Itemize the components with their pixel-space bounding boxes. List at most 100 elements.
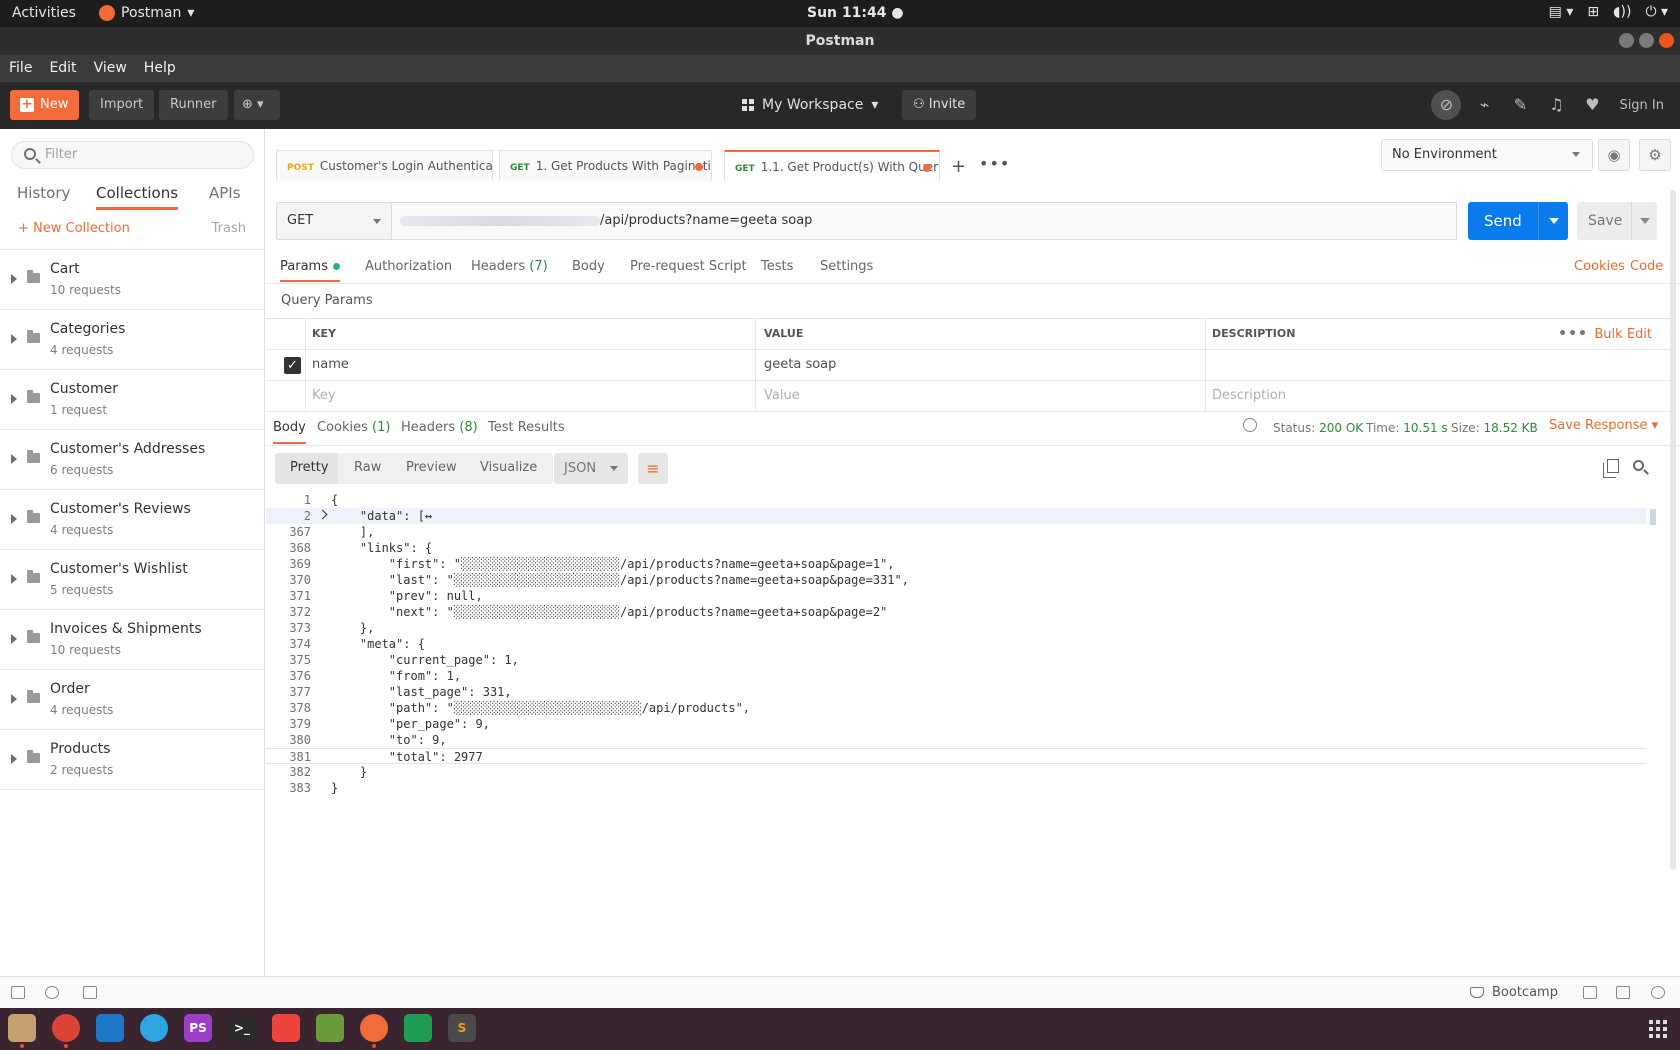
wrench-icon[interactable]: ✎: [1507, 90, 1533, 120]
invite-button[interactable]: ⚇ Invite: [902, 90, 977, 120]
menu-view[interactable]: View: [85, 55, 135, 82]
collection-item[interactable]: Order 4 requests: [0, 670, 264, 730]
copy-icon[interactable]: [1603, 459, 1619, 478]
method-select[interactable]: GET: [276, 202, 391, 240]
keyboard-icon[interactable]: [1616, 986, 1630, 999]
caret-right-icon[interactable]: [11, 394, 17, 404]
sign-in-button[interactable]: Sign In: [1615, 98, 1668, 113]
response-tab-body[interactable]: Body: [273, 420, 306, 444]
param-description[interactable]: [1206, 350, 1670, 380]
new-collection-button[interactable]: + New Collection: [18, 221, 130, 236]
tab-settings[interactable]: Settings: [820, 259, 873, 274]
help-icon[interactable]: [1651, 986, 1665, 999]
satellite-icon[interactable]: ⌁: [1471, 90, 1497, 120]
caret-right-icon[interactable]: [11, 334, 17, 344]
view-raw-button[interactable]: Raw: [354, 460, 381, 475]
tab-pre-request-script[interactable]: Pre-request Script: [630, 259, 747, 274]
format-select[interactable]: JSON: [554, 453, 628, 484]
key-placeholder-input[interactable]: Key: [306, 381, 756, 411]
search-icon[interactable]: [1633, 460, 1644, 471]
phpstorm-icon[interactable]: PS: [184, 1014, 212, 1042]
clipboard-icon[interactable]: ▤ ▾: [1549, 4, 1574, 20]
new-tab-plus-icon[interactable]: +: [951, 156, 966, 177]
activities-button[interactable]: Activities: [12, 5, 76, 21]
caret-right-icon[interactable]: [11, 694, 17, 704]
close-button[interactable]: [1659, 33, 1674, 48]
collection-item[interactable]: Customer's Reviews 4 requests: [0, 490, 264, 550]
response-tab-test-results[interactable]: Test Results: [488, 420, 565, 435]
caret-right-icon[interactable]: [11, 454, 17, 464]
terminal-icon[interactable]: >_: [228, 1014, 256, 1042]
caret-right-icon[interactable]: [11, 754, 17, 764]
maximize-button[interactable]: [1639, 33, 1654, 48]
collection-item[interactable]: Customer's Wishlist 5 requests: [0, 550, 264, 610]
save-response-button[interactable]: Save Response ▾: [1549, 418, 1658, 433]
trash-link[interactable]: Trash: [212, 221, 246, 236]
caret-right-icon[interactable]: [11, 514, 17, 524]
sync-off-icon[interactable]: ⊘: [1431, 90, 1462, 120]
vertical-scrollbar[interactable]: [1670, 190, 1676, 870]
postman-icon[interactable]: [360, 1014, 388, 1048]
app-menu[interactable]: Postman ▾: [99, 5, 194, 21]
chrome-icon[interactable]: [52, 1014, 80, 1048]
param-key[interactable]: name: [306, 350, 756, 380]
sidebar-toggle-icon[interactable]: [11, 986, 25, 999]
description-placeholder-input[interactable]: Description: [1206, 381, 1670, 411]
caret-right-icon[interactable]: [11, 634, 17, 644]
request-tab-active[interactable]: GET 1.1. Get Product(s) With Query ...: [724, 150, 940, 181]
system-tray[interactable]: ▤ ▾ ⊞ ◖)) ⏻ ▾: [1549, 4, 1668, 20]
url-input[interactable]: /api/products?name=geeta soap: [391, 202, 1457, 240]
gear-icon[interactable]: ⚙: [1639, 139, 1671, 171]
more-options-icon[interactable]: •••: [1558, 326, 1588, 342]
find-icon[interactable]: [45, 986, 59, 999]
fold-chevron-icon[interactable]: [317, 509, 328, 520]
response-body-code[interactable]: 1{2 "data": [↔ 367 ], 368 "links": {369 "f…: [266, 492, 1646, 795]
minimize-button[interactable]: [1619, 33, 1634, 48]
bulk-edit-button[interactable]: Bulk Edit: [1594, 327, 1652, 342]
anydesk-icon[interactable]: [272, 1014, 300, 1042]
sublime-icon[interactable]: S: [448, 1014, 476, 1042]
menu-edit[interactable]: Edit: [40, 55, 84, 82]
save-button[interactable]: Save: [1577, 202, 1657, 240]
collection-item[interactable]: Categories 4 requests: [0, 310, 264, 370]
power-icon[interactable]: ⏻ ▾: [1645, 4, 1668, 20]
send-options-chevron-icon[interactable]: [1538, 202, 1568, 240]
tab-body[interactable]: Body: [572, 259, 605, 274]
send-button[interactable]: Send: [1468, 202, 1568, 240]
spreadsheet-icon[interactable]: [404, 1014, 432, 1042]
view-preview-button[interactable]: Preview: [406, 460, 457, 475]
vscode-icon[interactable]: [96, 1014, 124, 1042]
show-apps-icon[interactable]: [1649, 1020, 1667, 1038]
eye-icon[interactable]: ◉: [1598, 139, 1630, 171]
heart-icon[interactable]: ♥: [1579, 90, 1605, 120]
menu-file[interactable]: File: [0, 55, 40, 82]
code-link[interactable]: Code: [1630, 259, 1663, 274]
filter-input[interactable]: Filter: [11, 141, 254, 169]
collection-item[interactable]: Products 2 requests: [0, 730, 264, 790]
two-pane-icon[interactable]: [1583, 986, 1597, 999]
import-button[interactable]: Import: [89, 90, 155, 120]
bell-icon[interactable]: ♫: [1543, 90, 1569, 120]
bootcamp-link[interactable]: Bootcamp: [1492, 985, 1558, 1000]
request-tab[interactable]: POST Customer's Login Authenticat...: [276, 150, 493, 181]
wrap-lines-icon[interactable]: ≡: [638, 453, 668, 484]
value-placeholder-input[interactable]: Value: [756, 381, 1206, 411]
response-tab-headers[interactable]: Headers (8): [401, 420, 478, 435]
files-icon[interactable]: [8, 1014, 36, 1048]
caret-right-icon[interactable]: [11, 574, 17, 584]
cookies-link[interactable]: Cookies: [1574, 259, 1625, 274]
request-tab[interactable]: GET 1. Get Products With Pagination:: [499, 150, 712, 181]
menu-help[interactable]: Help: [135, 55, 184, 82]
tab-headers[interactable]: Headers (7): [471, 259, 548, 274]
param-value[interactable]: geeta soap: [756, 350, 1206, 380]
collection-item[interactable]: Cart 10 requests: [0, 250, 264, 310]
console-icon[interactable]: [83, 986, 97, 999]
bootcamp-icon[interactable]: [1470, 987, 1484, 998]
tab-params[interactable]: Params: [280, 259, 340, 282]
network-icon[interactable]: ⊞: [1587, 4, 1599, 20]
new-button[interactable]: + New: [10, 90, 80, 120]
editor-icon[interactable]: [316, 1014, 344, 1042]
tab-collections[interactable]: Collections: [96, 184, 179, 210]
param-checkbox[interactable]: ✓: [284, 357, 301, 374]
tab-authorization[interactable]: Authorization: [365, 259, 452, 274]
